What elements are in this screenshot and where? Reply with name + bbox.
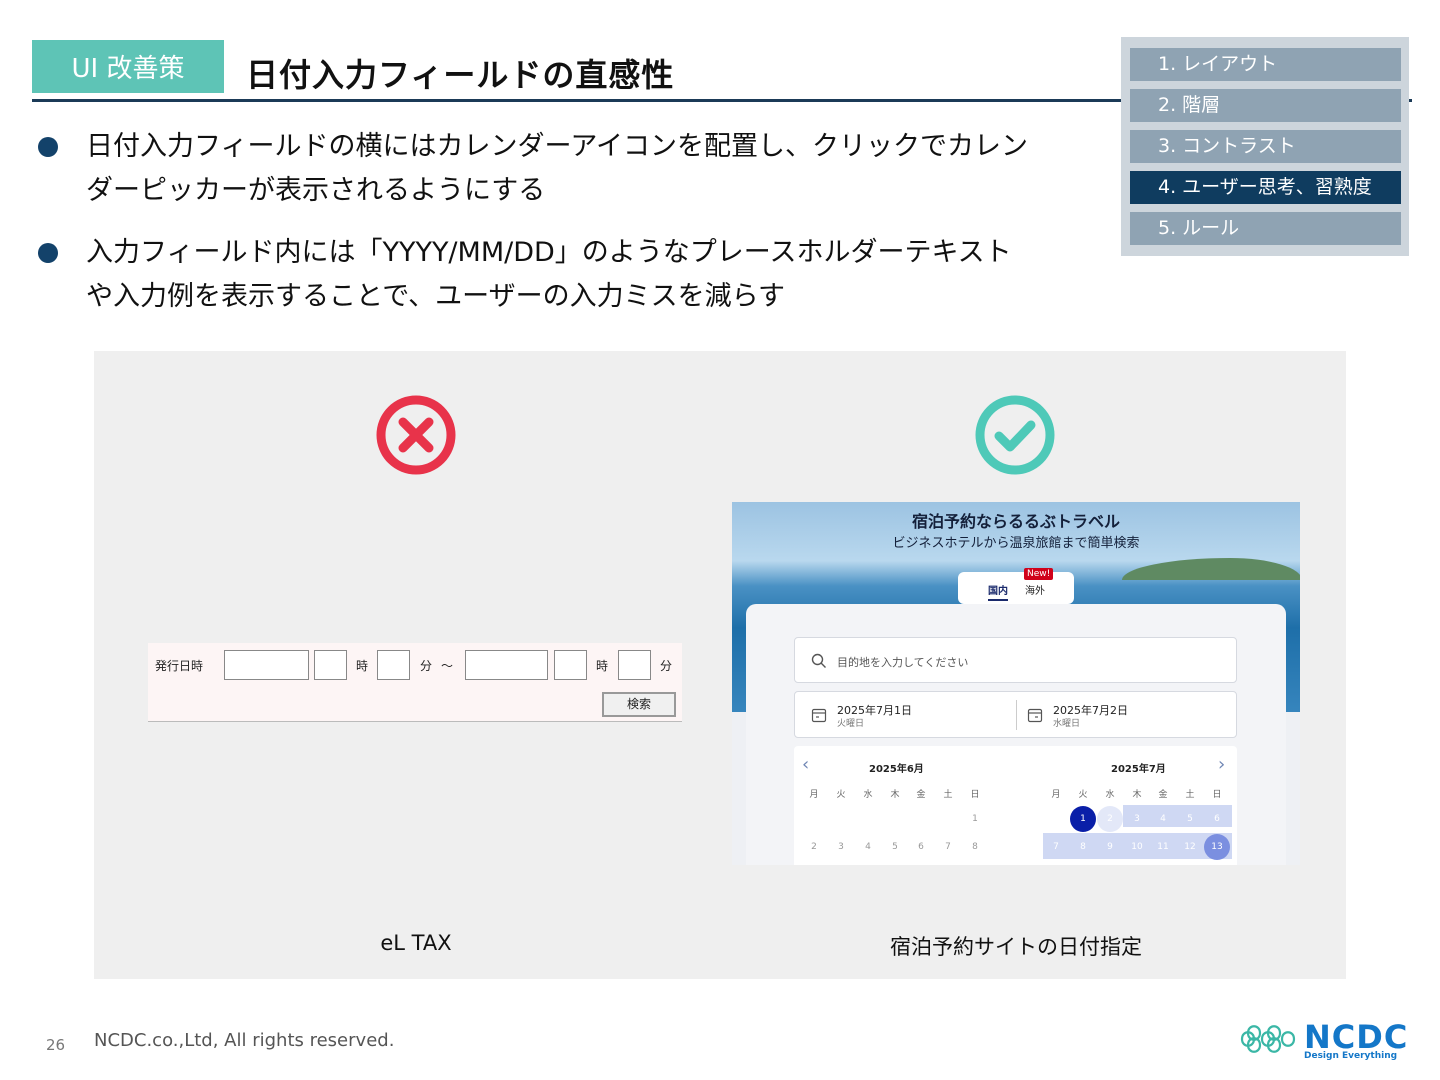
bullet-item: 日付入力フィールドの横にはカレンダーアイコンを配置し、クリックでカレン ダーピッ… xyxy=(38,125,1098,213)
checkin-weekday: 火曜日 xyxy=(837,719,865,729)
calendar-day[interactable]: 6 xyxy=(1204,806,1230,832)
hour-label: 時 xyxy=(596,659,609,673)
x-circle-icon xyxy=(376,395,456,475)
ncdc-logo-mark-icon xyxy=(1240,1025,1296,1053)
travel-site-screenshot: 宿泊予約ならるるぶトラベル ビジネスホテルから温泉旅館まで簡単検索 国内 海外 … xyxy=(732,502,1300,865)
index-item-layout[interactable]: 1. レイアウト xyxy=(1130,48,1401,81)
index-item-user-thinking[interactable]: 4. ユーザー思考、習熟度 xyxy=(1130,171,1401,204)
weekday-label: 火 xyxy=(1078,790,1088,800)
issue-datetime-label: 発行日時 xyxy=(155,659,204,673)
bullet-line: 入力フィールド内には「YYYY/MM/DD」のようなプレースホルダーテキスト xyxy=(86,237,1012,268)
search-icon xyxy=(811,653,826,668)
bullet-list: 日付入力フィールドの横にはカレンダーアイコンを配置し、クリックでカレン ダーピッ… xyxy=(38,125,1098,337)
calendar-day-checkin[interactable]: 1 xyxy=(1070,806,1096,832)
destination-search-input[interactable]: 目的地を入力してください xyxy=(794,637,1237,683)
region-tabs: 国内 海外 xyxy=(958,572,1074,604)
weekday-label: 月 xyxy=(1051,790,1061,800)
weekday-label: 金 xyxy=(916,790,926,800)
search-placeholder: 目的地を入力してください xyxy=(837,656,969,669)
check-circle-icon xyxy=(975,395,1055,475)
slide-title: 日付入力フィールドの直感性 xyxy=(246,56,675,94)
index-item-contrast[interactable]: 3. コントラスト xyxy=(1130,130,1401,163)
comparison-panel: 発行日時 時 分 ～ 時 分 検索 宿泊予約ならるるぶトラベル ビジネスホテルか… xyxy=(94,351,1346,979)
start-minute-input[interactable] xyxy=(377,650,410,680)
index-item-rules[interactable]: 5. ルール xyxy=(1130,212,1401,245)
copyright-text: NCDC.co.,Ltd, All rights reserved. xyxy=(94,1030,395,1051)
weekday-label: 土 xyxy=(943,790,953,800)
section-index: 1. レイアウト 2. 階層 3. コントラスト 4. ユーザー思考、習熟度 5… xyxy=(1121,37,1409,256)
calendar-day[interactable]: 5 xyxy=(1177,806,1203,832)
weekday-label: 日 xyxy=(1212,790,1222,800)
next-month-icon[interactable]: › xyxy=(1218,754,1225,775)
page-number: 26 xyxy=(46,1036,66,1054)
calendar-day[interactable]: 3 xyxy=(1124,806,1150,832)
left-month-label: 2025年6月 xyxy=(869,764,924,775)
weekday-label: 水 xyxy=(863,790,873,800)
index-item-hierarchy[interactable]: 2. 階層 xyxy=(1130,89,1401,122)
minute-label: 分 xyxy=(660,659,673,673)
section-tag: UI 改善策 xyxy=(32,40,224,93)
bullet-item: 入力フィールド内には「YYYY/MM/DD」のようなプレースホルダーテキスト や… xyxy=(38,231,1098,319)
site-title: 宿泊予約ならるるぶトラベル xyxy=(911,512,1120,531)
ncdc-logo: NCDC Design Everything xyxy=(1238,1018,1410,1062)
weekday-label: 水 xyxy=(1105,790,1115,800)
calendar-day[interactable]: 13 xyxy=(1204,834,1230,860)
start-date-input[interactable] xyxy=(224,650,309,680)
checkout-weekday: 水曜日 xyxy=(1053,719,1081,729)
minute-label: 分 xyxy=(420,659,433,673)
tab-overseas[interactable]: 海外 xyxy=(1025,582,1045,597)
calendar-day[interactable]: 11 xyxy=(1150,834,1176,860)
calendar-day[interactable]: 2 xyxy=(801,834,827,860)
tab-domestic[interactable]: 国内 xyxy=(988,582,1008,601)
calendar-day[interactable]: 12 xyxy=(1177,834,1203,860)
bullet-line: や入力例を表示することで、ユーザーの入力ミスを減らす xyxy=(86,281,786,312)
calendar-day[interactable]: 6 xyxy=(908,834,934,860)
hour-label: 時 xyxy=(356,659,369,673)
end-hour-input[interactable] xyxy=(554,650,587,680)
weekday-label: 日 xyxy=(970,790,980,800)
range-tilde: ～ xyxy=(441,659,454,673)
calendar-day-checkout[interactable]: 2 xyxy=(1097,806,1123,832)
calendar-day[interactable]: 9 xyxy=(1097,834,1123,860)
weekday-label: 火 xyxy=(836,790,846,800)
end-date-input[interactable] xyxy=(465,650,548,680)
calendar-day[interactable]: 7 xyxy=(935,834,961,860)
bullet-line: 日付入力フィールドの横にはカレンダーアイコンを配置し、クリックでカレン xyxy=(86,131,1029,162)
prev-month-icon[interactable]: ‹ xyxy=(802,754,809,775)
bullet-dot-icon xyxy=(38,243,58,263)
weekday-label: 土 xyxy=(1185,790,1195,800)
calendar-picker: ‹ › 2025年6月 2025年7月 月 火 水 木 金 土 日 月 火 水 … xyxy=(794,746,1237,865)
end-minute-input[interactable] xyxy=(618,650,651,680)
good-example-caption: 宿泊予約サイトの日付指定 xyxy=(890,935,1142,959)
weekday-label: 木 xyxy=(890,790,900,800)
calendar-day[interactable]: 8 xyxy=(1070,834,1096,860)
weekday-label: 木 xyxy=(1132,790,1142,800)
calendar-day[interactable]: 4 xyxy=(1150,806,1176,832)
site-subtitle: ビジネスホテルから温泉旅館まで簡単検索 xyxy=(892,536,1140,551)
start-hour-input[interactable] xyxy=(314,650,347,680)
calendar-day[interactable]: 8 xyxy=(962,834,988,860)
weekday-label: 金 xyxy=(1158,790,1168,800)
checkout-calendar-icon xyxy=(1027,708,1043,723)
calendar-day[interactable]: 7 xyxy=(1043,834,1069,860)
calendar-day[interactable]: 3 xyxy=(828,834,854,860)
right-month-label: 2025年7月 xyxy=(1111,764,1166,775)
date-divider xyxy=(1016,700,1017,730)
weekday-label: 月 xyxy=(809,790,819,800)
bad-example-caption: eL TAX xyxy=(380,931,452,955)
eltax-date-form: 発行日時 時 分 ～ 時 分 検索 xyxy=(148,643,682,722)
date-range-field[interactable]: 2025年7月1日 火曜日 2025年7月2日 水曜日 xyxy=(794,691,1237,738)
bullet-dot-icon xyxy=(38,137,58,157)
calendar-day[interactable]: 4 xyxy=(855,834,881,860)
calendar-day[interactable]: 5 xyxy=(882,834,908,860)
new-badge: New! xyxy=(1024,568,1054,580)
bullet-line: ダーピッカーが表示されるようにする xyxy=(86,175,546,206)
calendar-day[interactable]: 1 xyxy=(962,806,988,832)
checkin-calendar-icon xyxy=(811,708,827,723)
search-button[interactable]: 検索 xyxy=(602,692,676,717)
calendar-day[interactable]: 10 xyxy=(1124,834,1150,860)
logo-tagline: Design Everything xyxy=(1304,1051,1398,1061)
